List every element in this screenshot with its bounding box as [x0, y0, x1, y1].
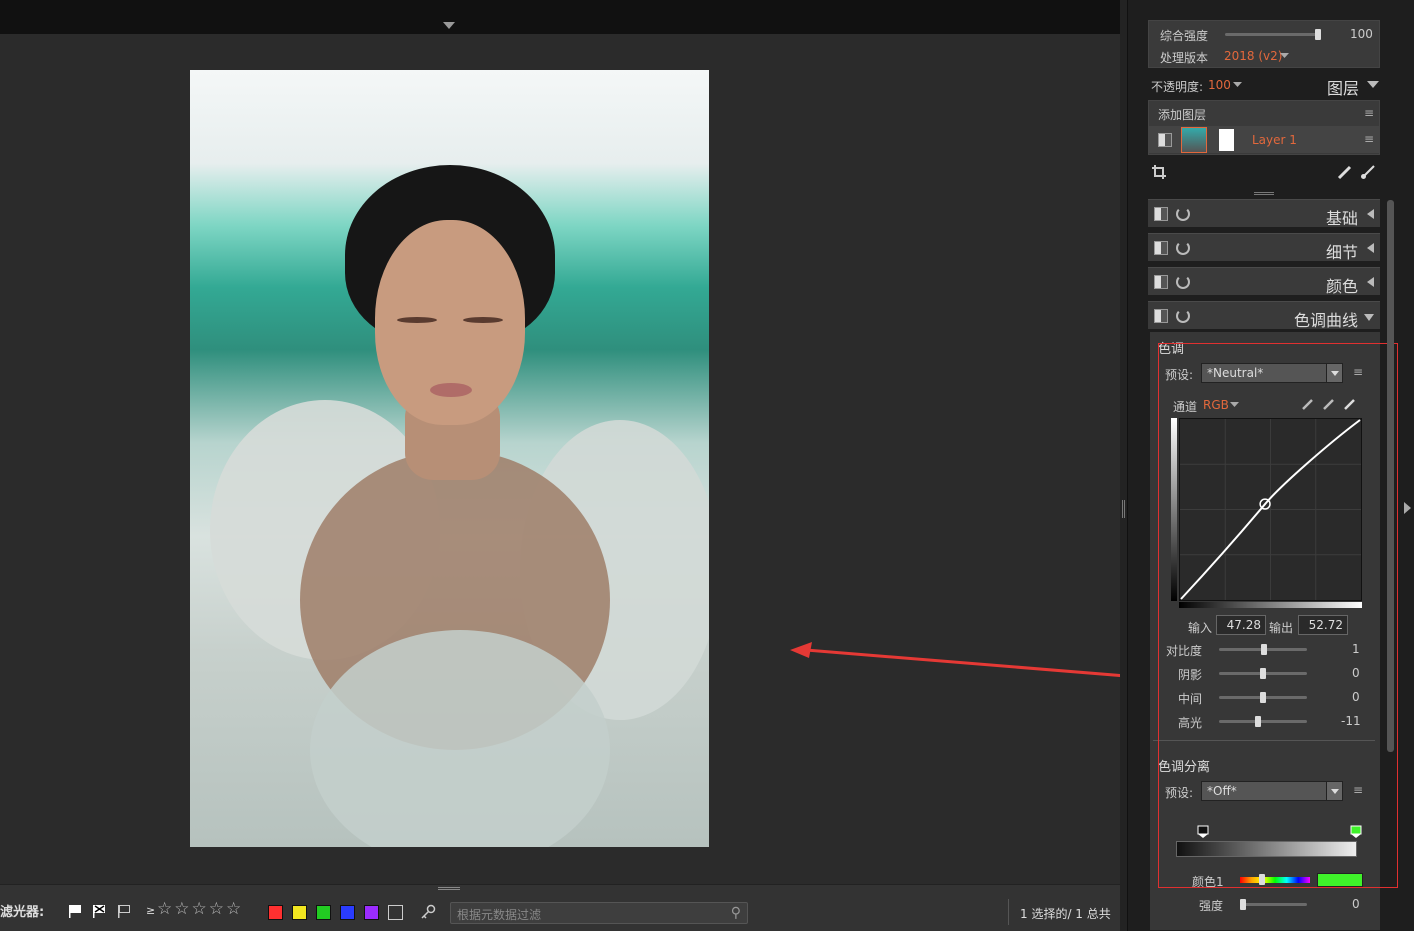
menu-icon[interactable]: ≡	[1364, 132, 1374, 146]
filter-bar: 滤光器: ≥ ☆☆☆☆☆ 根据元数据过滤 ⚲ 1 选择的/ 1 总共	[0, 884, 1120, 931]
eye-shape	[463, 317, 503, 323]
split-strength-slider[interactable]	[1240, 899, 1307, 910]
collapse-top-icon[interactable]	[443, 22, 455, 29]
reset-icon[interactable]	[1176, 240, 1190, 255]
section-label: 色调曲线	[1293, 311, 1358, 330]
pen-icon[interactable]	[1337, 164, 1353, 180]
metadata-search-input[interactable]: 根据元数据过滤 ⚲	[450, 902, 748, 924]
split-strength-knob[interactable]	[1240, 899, 1246, 910]
strength-slider[interactable]	[1225, 29, 1321, 40]
color-filter-green[interactable]	[316, 905, 331, 920]
annotation-arrow-icon	[790, 642, 1127, 678]
panel-scrollbar[interactable]	[1387, 200, 1394, 752]
search-icon[interactable]: ⚲	[731, 905, 741, 921]
brush-icon[interactable]	[1360, 164, 1376, 180]
toggle-icon[interactable]	[1154, 308, 1168, 323]
section-label: 细节	[1325, 243, 1358, 262]
filter-label: 滤光器:	[0, 905, 45, 920]
split-strength-value: 0	[1352, 897, 1360, 911]
toggle-icon[interactable]	[1154, 206, 1168, 221]
resize-handle[interactable]	[438, 887, 460, 890]
geq-label: ≥	[146, 904, 156, 917]
layer-visibility-toggle-icon[interactable]	[1158, 133, 1172, 147]
panel-splitter[interactable]	[1120, 0, 1128, 931]
layers-title: 图层	[1327, 79, 1360, 98]
toggle-icon[interactable]	[1154, 240, 1168, 255]
color-filter-yellow[interactable]	[292, 905, 307, 920]
section-basic[interactable]: 基础	[1148, 199, 1380, 228]
caret-left-icon[interactable]	[1367, 209, 1374, 219]
strength-slider-knob[interactable]	[1315, 29, 1321, 40]
opacity-label: 不透明度:	[1151, 80, 1204, 94]
layers-collapse-icon[interactable]	[1367, 81, 1379, 88]
resize-handle[interactable]	[1254, 192, 1274, 195]
split-strength-label: 强度	[1199, 899, 1224, 913]
reset-icon[interactable]	[1176, 206, 1190, 221]
opacity-dropdown[interactable]: 100	[1208, 78, 1231, 92]
caret-down-icon[interactable]	[1364, 314, 1374, 321]
key-icon[interactable]	[420, 904, 436, 920]
section-label: 基础	[1325, 209, 1358, 228]
menu-icon[interactable]: ≡	[1364, 106, 1374, 120]
add-layer-button[interactable]: 添加图层	[1158, 106, 1206, 123]
star-rating-filter[interactable]: ☆☆☆☆☆	[157, 899, 243, 919]
flag-unflagged-icon[interactable]	[116, 903, 132, 919]
image-viewer	[0, 34, 1120, 884]
expand-right-icon[interactable]	[1404, 502, 1411, 514]
process-label: 处理版本	[1160, 51, 1209, 65]
search-placeholder: 根据元数据过滤	[457, 908, 542, 922]
toggle-icon[interactable]	[1154, 274, 1168, 289]
section-label: 颜色	[1325, 277, 1358, 296]
reset-icon[interactable]	[1176, 274, 1190, 289]
layer-thumbnail[interactable]	[1181, 127, 1207, 153]
color-filter-red[interactable]	[268, 905, 283, 920]
layer-name: Layer 1	[1252, 133, 1297, 147]
color-filter-purple[interactable]	[364, 905, 379, 920]
flag-reject-icon[interactable]	[91, 903, 107, 919]
eye-shape	[397, 317, 437, 323]
crop-icon[interactable]	[1151, 164, 1167, 180]
caret-left-icon[interactable]	[1367, 243, 1374, 253]
splitter-grip[interactable]	[1122, 500, 1125, 518]
section-detail[interactable]: 细节	[1148, 233, 1380, 262]
chevron-down-icon[interactable]	[1280, 53, 1289, 59]
divider	[1008, 899, 1009, 925]
photo-preview[interactable]	[190, 70, 709, 847]
section-color[interactable]: 颜色	[1148, 267, 1380, 296]
selection-count: 1 选择的/ 1 总共	[1020, 907, 1111, 921]
color-filter-none[interactable]	[388, 905, 403, 920]
strength-value: 100	[1350, 27, 1373, 41]
annotation-highlight-box	[1158, 343, 1398, 888]
section-tone-curve[interactable]: 色调曲线	[1148, 301, 1380, 330]
color-filter-blue[interactable]	[340, 905, 355, 920]
process-version-dropdown[interactable]: 2018 (v2)	[1224, 49, 1282, 63]
chevron-down-icon[interactable]	[1233, 82, 1242, 88]
flag-pick-icon[interactable]	[67, 903, 83, 919]
layer-mask-thumbnail[interactable]	[1219, 129, 1234, 151]
reset-icon[interactable]	[1176, 308, 1190, 323]
caret-left-icon[interactable]	[1367, 277, 1374, 287]
top-toolbar	[0, 0, 1120, 34]
strength-label: 综合强度	[1160, 29, 1209, 43]
lip-shape	[430, 383, 472, 397]
